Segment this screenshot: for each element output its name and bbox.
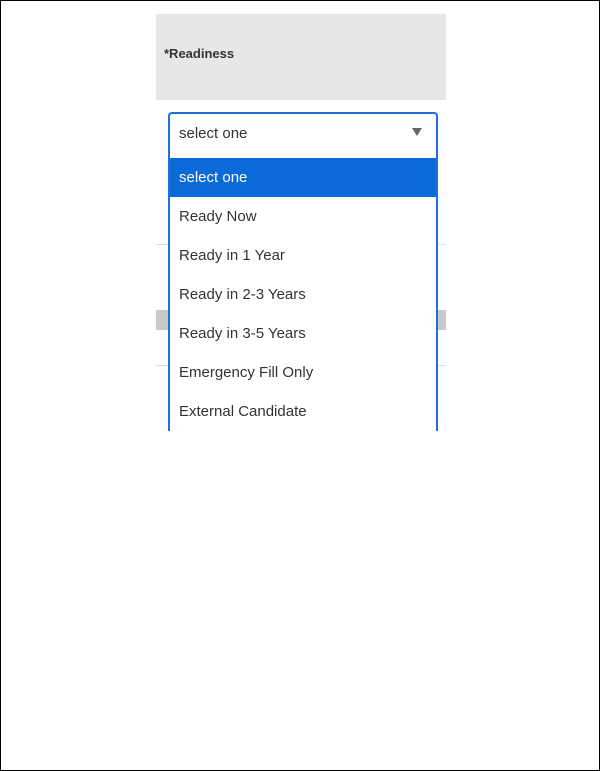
option-select-one[interactable]: select one xyxy=(170,158,436,197)
option-external-candidate[interactable]: External Candidate xyxy=(170,392,436,431)
option-ready-now[interactable]: Ready Now xyxy=(170,197,436,236)
option-ready-in-3-5-years[interactable]: Ready in 3-5 Years xyxy=(170,314,436,353)
caret-down-icon[interactable] xyxy=(412,128,422,136)
option-ready-in-2-3-years[interactable]: Ready in 2-3 Years xyxy=(170,275,436,314)
option-emergency-fill-only[interactable]: Emergency Fill Only xyxy=(170,353,436,392)
select-current-value: select one xyxy=(179,125,248,142)
readiness-dropdown-list: select one Ready Now Ready in 1 Year Rea… xyxy=(168,158,438,431)
readiness-panel: *Readiness select one select one Ready N… xyxy=(156,14,446,431)
option-ready-in-1-year[interactable]: Ready in 1 Year xyxy=(170,236,436,275)
field-header: *Readiness xyxy=(156,14,446,100)
readiness-select[interactable]: select one xyxy=(168,112,438,158)
readiness-label: *Readiness xyxy=(164,46,235,61)
